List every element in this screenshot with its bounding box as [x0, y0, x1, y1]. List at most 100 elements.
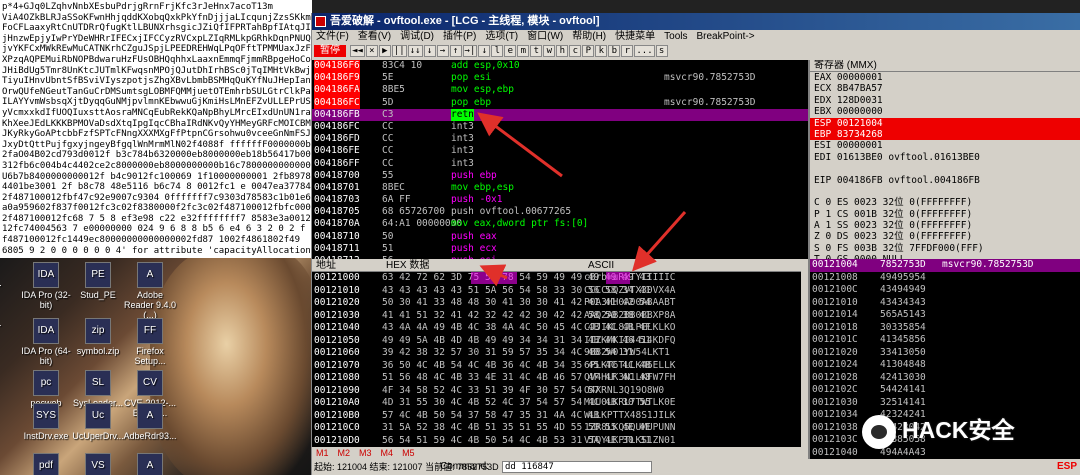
- desktop-icon[interactable]: VSVisual...: [70, 453, 126, 475]
- disasm-row[interactable]: 004186FC 5D pop ebp msvcr90.7852753D: [312, 96, 808, 109]
- dump-tab[interactable]: M2: [338, 448, 351, 458]
- toolbar-button[interactable]: ↑: [449, 45, 462, 57]
- disasm-row[interactable]: 004186FA 8BE5 mov esp,ebp: [312, 84, 808, 97]
- disasm-row[interactable]: 0041870A 64:A1 00000000 mov eax,dword ptr …: [312, 218, 808, 230]
- register-line[interactable]: EDI 01613BE0 ovftool.01613BE0: [810, 152, 1080, 163]
- toolbar-button[interactable]: s: [655, 45, 668, 57]
- memory-dump-pane[interactable]: 地址 HEX 数据 ASCII 0012100063 42 72 62 3D 7…: [312, 259, 801, 459]
- pane-splitter[interactable]: [801, 259, 808, 459]
- dump-row[interactable]: 00121040 43 4A 4A 49 4B 4C 38 4A 4C 50 45…: [312, 322, 801, 335]
- toolbar-button[interactable]: ↓↓: [407, 45, 423, 57]
- menu-item[interactable]: 插件(P): [443, 31, 476, 42]
- toolbar-button[interactable]: →: [436, 45, 449, 57]
- dump-row[interactable]: 001210A0 4D 31 55 30 4C 4B 52 4C 37 54 57…: [312, 397, 801, 410]
- dump-row[interactable]: 00121030 41 41 51 32 41 42 32 42 42 30 42…: [312, 310, 801, 323]
- dump-row[interactable]: 00121060 39 42 38 32 57 30 31 59 57 35 34…: [312, 347, 801, 360]
- dump-row[interactable]: 00121050 49 49 5A 4B 4D 4B 49 49 34 34 31…: [312, 335, 801, 348]
- register-line[interactable]: [810, 163, 1080, 174]
- register-line[interactable]: EDX 128D0031: [810, 95, 1080, 106]
- stack-row[interactable]: 0012101C 41345856: [810, 334, 1080, 347]
- stack-row[interactable]: 00121018 30335854: [810, 322, 1080, 335]
- desktop-icon[interactable]: AAdbeRdr93...: [122, 453, 178, 475]
- menu-item[interactable]: 选项(T): [485, 31, 518, 42]
- register-line[interactable]: P 1 CS 001B 32位 0(FFFFFFFF): [810, 209, 1080, 220]
- menu-item[interactable]: BreakPoint->: [697, 31, 755, 42]
- menu-item[interactable]: Tools: [664, 31, 687, 42]
- dump-tab[interactable]: M1: [316, 448, 329, 458]
- dump-row[interactable]: 00121070 36 50 4C 4B 54 4C 4B 36 4C 4B 34…: [312, 360, 801, 373]
- register-line[interactable]: EBP 83734268: [810, 128, 1080, 141]
- toolbar-button[interactable]: l: [491, 45, 504, 57]
- registers-pane[interactable]: 寄存器 (MMX) EAX 00000001 ECX 8B47BA57 EDX 12…: [808, 60, 1080, 259]
- menu-item[interactable]: 帮助(H): [572, 31, 606, 42]
- toolbar-button[interactable]: ↓: [478, 45, 491, 57]
- dump-tab[interactable]: M3: [359, 448, 372, 458]
- dump-row[interactable]: 001210D0 56 54 51 59 4C 4B 50 54 4C 4B 53…: [312, 435, 801, 448]
- disasm-row[interactable]: 00418705 68 65726700 push ovftool.00677265: [312, 206, 808, 218]
- desktop-icon[interactable]: IDA IDA Pro (32-bit): [18, 262, 74, 310]
- disassembly-pane[interactable]: 004186F6 83C4 10 add esp,0x10 004186F9 5E pop…: [312, 60, 808, 259]
- toolbar-button[interactable]: ↓: [423, 45, 436, 57]
- register-line[interactable]: Z 0 DS 0023 32位 0(FFFFFFFF): [810, 231, 1080, 242]
- desktop-icon[interactable]: SYS InstDrv.exe: [18, 403, 74, 441]
- toolbar-button[interactable]: t: [530, 45, 543, 57]
- toolbar-button[interactable]: k: [595, 45, 608, 57]
- register-line[interactable]: ESP 00121004: [810, 117, 1080, 129]
- disasm-row[interactable]: 004186FB C3 retn: [312, 108, 808, 121]
- stack-row[interactable]: 00121030 32514141: [810, 397, 1080, 410]
- menu-item[interactable]: 文件(F): [316, 31, 349, 42]
- desktop-icon[interactable]: A Adobe Reader 9.4.0 (...): [122, 262, 178, 320]
- register-line[interactable]: A 1 SS 0023 32位 0(FFFFFFFF): [810, 220, 1080, 231]
- menu-item[interactable]: 调试(D): [400, 31, 434, 42]
- register-line[interactable]: ESI 00000001: [810, 140, 1080, 151]
- stack-row[interactable]: 00121028 42413030: [810, 372, 1080, 385]
- stack-row[interactable]: 00121008 49495954: [810, 272, 1080, 285]
- toolbar-button[interactable]: →|: [462, 45, 478, 57]
- dump-row[interactable]: 00121020 50 30 41 33 48 48 30 41 30 30 41…: [312, 297, 801, 310]
- disasm-row[interactable]: 00418711 51 push ecx: [312, 243, 808, 255]
- disasm-row[interactable]: 00418703 6A FF push -0x1: [312, 194, 808, 206]
- toolbar-button[interactable]: m: [517, 45, 530, 57]
- toolbar-button[interactable]: P: [582, 45, 595, 57]
- register-line[interactable]: [810, 186, 1080, 197]
- desktop-icon[interactable]: PE Stud_PE: [70, 262, 126, 300]
- toolbar-button[interactable]: ...: [634, 45, 655, 57]
- command-input[interactable]: dd 116847: [502, 461, 652, 473]
- dump-row[interactable]: 00121090 4F 34 58 52 4C 33 51 39 4F 30 57…: [312, 385, 801, 398]
- desktop-icon[interactable]: AAdbeRdr93...: [122, 403, 178, 441]
- desktop-icon[interactable]: IDA IDA Pro (64-bit): [18, 318, 74, 366]
- toolbar-button[interactable]: ▶: [378, 45, 391, 57]
- desktop-icon[interactable]: FF Firefox Setup...: [122, 318, 178, 366]
- toolbar-button[interactable]: b: [608, 45, 621, 57]
- menu-item[interactable]: 窗口(W): [527, 31, 563, 42]
- desktop-icon[interactable]: zip symbol.zip: [70, 318, 126, 356]
- disasm-row[interactable]: 00418700 55 push ebp: [312, 170, 808, 182]
- register-line[interactable]: ECX 8B47BA57: [810, 83, 1080, 94]
- toolbar-button[interactable]: r: [621, 45, 634, 57]
- disasm-row[interactable]: 004186FC CC int3: [312, 121, 808, 133]
- dump-row[interactable]: 00121080 51 56 48 4C 4B 33 4E 31 4C 4B 46…: [312, 372, 801, 385]
- register-line[interactable]: EBX 00000000: [810, 106, 1080, 117]
- stack-row[interactable]: 00121014 565A5143: [810, 309, 1080, 322]
- stack-row[interactable]: 00121024 41304848: [810, 359, 1080, 372]
- stack-row[interactable]: 00121010 43434343: [810, 297, 1080, 310]
- disasm-row[interactable]: 004186FF CC int3: [312, 158, 808, 170]
- desktop-icon[interactable]: pdfpoc.pdf: [18, 453, 74, 475]
- disasm-row[interactable]: 004186FE CC int3: [312, 145, 808, 157]
- stack-row[interactable]: 0012102C 54424141: [810, 384, 1080, 397]
- register-line[interactable]: S 0 FS 003B 32位 7FFDF000(FFF): [810, 243, 1080, 254]
- title-bar[interactable]: 吾爱破解 - ovftool.exe - [LCG - 主线程, 模块 - ov…: [312, 13, 1080, 30]
- disasm-row[interactable]: 004186F6 83C4 10 add esp,0x10: [312, 60, 808, 73]
- register-line[interactable]: EAX 00000001: [810, 72, 1080, 83]
- toolbar-button[interactable]: e: [504, 45, 517, 57]
- menu-item[interactable]: 快捷菜单: [615, 31, 655, 42]
- toolbar-button[interactable]: ×: [365, 45, 378, 57]
- disasm-row[interactable]: 004186FD CC int3: [312, 133, 808, 145]
- disasm-row[interactable]: 004186F9 5E pop esi msvcr90.7852753D: [312, 72, 808, 85]
- toolbar-button[interactable]: ◄◄: [350, 45, 365, 57]
- dump-row[interactable]: 0012100063 42 72 62 3D 75 52 78 54 59 49…: [312, 272, 801, 285]
- stack-row[interactable]: 00121020 33413050: [810, 347, 1080, 360]
- toolbar-button[interactable]: h: [556, 45, 569, 57]
- stack-row[interactable]: 0012100C 43494949: [810, 284, 1080, 297]
- dump-tab[interactable]: M4: [381, 448, 394, 458]
